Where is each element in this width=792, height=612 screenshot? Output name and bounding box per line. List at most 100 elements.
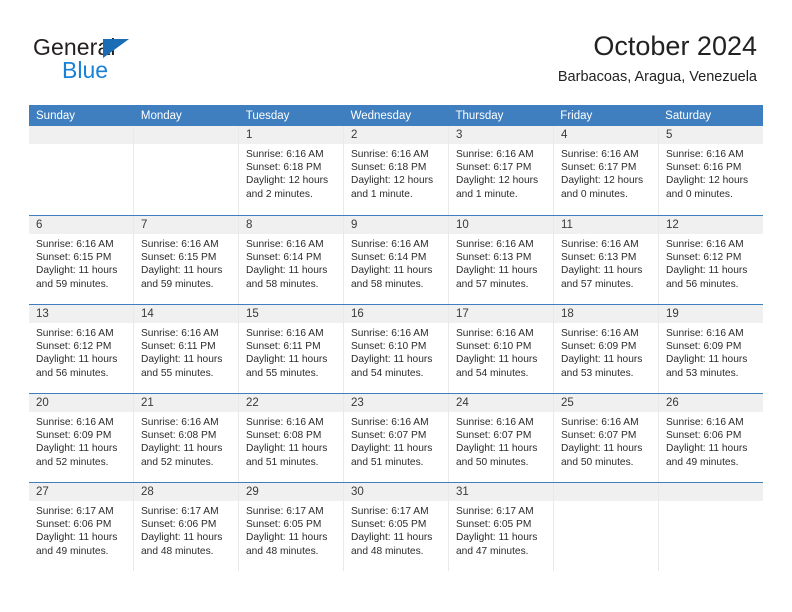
day-cell[interactable]: 13 Sunrise: 6:16 AM Sunset: 6:12 PM Dayligh… xyxy=(29,305,134,393)
sunset-text: Sunset: 6:17 PM xyxy=(456,162,532,174)
day-info: Sunrise: 6:16 AM Sunset: 6:15 PM Daylight:… xyxy=(134,234,238,291)
day-cell[interactable]: 26 Sunrise: 6:16 AM Sunset: 6:06 PM Dayligh… xyxy=(659,394,763,482)
day-cell[interactable]: 10 Sunrise: 6:16 AM Sunset: 6:13 PM Dayligh… xyxy=(449,216,554,304)
sunset-text: Sunset: 6:13 PM xyxy=(456,252,532,264)
day-cell[interactable]: 31 Sunrise: 6:17 AM Sunset: 6:05 PM Dayligh… xyxy=(449,483,554,571)
daylight-text: Daylight: 11 hours and 49 minutes. xyxy=(36,532,118,557)
sunset-text: Sunset: 6:16 PM xyxy=(666,162,742,174)
sunset-text: Sunset: 6:17 PM xyxy=(561,162,637,174)
day-cell[interactable]: 12 Sunrise: 6:16 AM Sunset: 6:12 PM Dayligh… xyxy=(659,216,763,304)
day-cell[interactable]: 1 Sunrise: 6:16 AM Sunset: 6:18 PM Daylight… xyxy=(239,126,344,215)
day-info: Sunrise: 6:16 AM Sunset: 6:14 PM Daylight:… xyxy=(239,234,343,291)
sunset-text: Sunset: 6:09 PM xyxy=(36,430,112,442)
sunset-text: Sunset: 6:11 PM xyxy=(141,341,216,353)
day-cell[interactable]: 21 Sunrise: 6:16 AM Sunset: 6:08 PM Dayligh… xyxy=(134,394,239,482)
sunrise-text: Sunrise: 6:16 AM xyxy=(36,417,114,428)
sunset-text: Sunset: 6:07 PM xyxy=(561,430,637,442)
day-cell[interactable]: 2 Sunrise: 6:16 AM Sunset: 6:18 PM Daylight… xyxy=(344,126,449,215)
day-number xyxy=(554,483,658,501)
daylight-text: Daylight: 11 hours and 59 minutes. xyxy=(36,265,118,290)
daylight-text: Daylight: 11 hours and 52 minutes. xyxy=(36,443,118,468)
daylight-text: Daylight: 11 hours and 52 minutes. xyxy=(141,443,223,468)
sunset-text: Sunset: 6:12 PM xyxy=(666,252,742,264)
daylight-text: Daylight: 11 hours and 53 minutes. xyxy=(666,354,748,379)
logo-text-blue: Blue xyxy=(62,57,109,83)
daylight-text: Daylight: 11 hours and 49 minutes. xyxy=(666,443,748,468)
title-block: October 2024 Barbacoas, Aragua, Venezuel… xyxy=(558,30,757,87)
day-cell[interactable]: 27 Sunrise: 6:17 AM Sunset: 6:06 PM Dayligh… xyxy=(29,483,134,571)
sunrise-text: Sunrise: 6:16 AM xyxy=(351,149,429,160)
day-info: Sunrise: 6:16 AM Sunset: 6:15 PM Daylight:… xyxy=(29,234,133,291)
daylight-text: Daylight: 11 hours and 56 minutes. xyxy=(36,354,118,379)
day-cell[interactable]: 28 Sunrise: 6:17 AM Sunset: 6:06 PM Dayligh… xyxy=(134,483,239,571)
daylight-text: Daylight: 11 hours and 58 minutes. xyxy=(351,265,433,290)
day-cell[interactable]: 18 Sunrise: 6:16 AM Sunset: 6:09 PM Dayligh… xyxy=(554,305,659,393)
sunrise-text: Sunrise: 6:16 AM xyxy=(456,239,534,250)
sunrise-text: Sunrise: 6:16 AM xyxy=(36,239,114,250)
daylight-text: Daylight: 11 hours and 57 minutes. xyxy=(561,265,643,290)
sunrise-text: Sunrise: 6:16 AM xyxy=(666,239,744,250)
day-cell[interactable]: 30 Sunrise: 6:17 AM Sunset: 6:05 PM Dayligh… xyxy=(344,483,449,571)
day-info: Sunrise: 6:16 AM Sunset: 6:11 PM Daylight:… xyxy=(134,323,238,380)
day-cell[interactable]: 15 Sunrise: 6:16 AM Sunset: 6:11 PM Dayligh… xyxy=(239,305,344,393)
day-cell[interactable]: 22 Sunrise: 6:16 AM Sunset: 6:08 PM Dayligh… xyxy=(239,394,344,482)
daylight-text: Daylight: 11 hours and 51 minutes. xyxy=(246,443,328,468)
day-number xyxy=(29,126,133,144)
day-cell[interactable]: 17 Sunrise: 6:16 AM Sunset: 6:10 PM Dayligh… xyxy=(449,305,554,393)
sunrise-text: Sunrise: 6:17 AM xyxy=(456,506,534,517)
day-cell[interactable]: 20 Sunrise: 6:16 AM Sunset: 6:09 PM Dayligh… xyxy=(29,394,134,482)
day-cell[interactable]: 19 Sunrise: 6:16 AM Sunset: 6:09 PM Dayligh… xyxy=(659,305,763,393)
day-cell[interactable]: 16 Sunrise: 6:16 AM Sunset: 6:10 PM Dayligh… xyxy=(344,305,449,393)
day-cell[interactable]: 3 Sunrise: 6:16 AM Sunset: 6:17 PM Daylight… xyxy=(449,126,554,215)
sunset-text: Sunset: 6:10 PM xyxy=(351,341,427,353)
day-info: Sunrise: 6:16 AM Sunset: 6:09 PM Daylight:… xyxy=(554,323,658,380)
day-cell[interactable]: 7 Sunrise: 6:16 AM Sunset: 6:15 PM Daylight… xyxy=(134,216,239,304)
general-blue-logo[interactable]: General Blue xyxy=(33,34,233,83)
daylight-text: Daylight: 11 hours and 48 minutes. xyxy=(246,532,328,557)
daylight-text: Daylight: 11 hours and 51 minutes. xyxy=(351,443,433,468)
sunrise-text: Sunrise: 6:16 AM xyxy=(561,328,639,339)
weekday-header-friday: Friday xyxy=(560,110,593,122)
day-cell[interactable]: 6 Sunrise: 6:16 AM Sunset: 6:15 PM Daylight… xyxy=(29,216,134,304)
day-cell[interactable]: 14 Sunrise: 6:16 AM Sunset: 6:11 PM Dayligh… xyxy=(134,305,239,393)
day-cell[interactable]: 11 Sunrise: 6:16 AM Sunset: 6:13 PM Dayligh… xyxy=(554,216,659,304)
day-cell[interactable]: 4 Sunrise: 6:16 AM Sunset: 6:17 PM Daylight… xyxy=(554,126,659,215)
day-number: 7 xyxy=(134,216,238,234)
sunrise-text: Sunrise: 6:16 AM xyxy=(246,328,324,339)
day-number: 18 xyxy=(554,305,658,323)
day-cell[interactable]: 29 Sunrise: 6:17 AM Sunset: 6:05 PM Dayligh… xyxy=(239,483,344,571)
sunset-text: Sunset: 6:14 PM xyxy=(246,252,322,264)
sunrise-text: Sunrise: 6:16 AM xyxy=(246,149,324,160)
calendar-week-row: 27 Sunrise: 6:17 AM Sunset: 6:06 PM Dayligh… xyxy=(29,482,763,571)
day-info: Sunrise: 6:16 AM Sunset: 6:12 PM Daylight:… xyxy=(29,323,133,380)
day-number: 2 xyxy=(344,126,448,144)
day-number: 21 xyxy=(134,394,238,412)
daylight-text: Daylight: 12 hours and 1 minute. xyxy=(456,175,539,200)
daylight-text: Daylight: 11 hours and 50 minutes. xyxy=(561,443,643,468)
daylight-text: Daylight: 11 hours and 50 minutes. xyxy=(456,443,538,468)
day-number: 11 xyxy=(554,216,658,234)
day-cell[interactable]: 25 Sunrise: 6:16 AM Sunset: 6:07 PM Dayligh… xyxy=(554,394,659,482)
daylight-text: Daylight: 11 hours and 58 minutes. xyxy=(246,265,328,290)
day-cell[interactable]: 5 Sunrise: 6:16 AM Sunset: 6:16 PM Daylight… xyxy=(659,126,763,215)
day-number: 31 xyxy=(449,483,553,501)
day-cell[interactable]: 24 Sunrise: 6:16 AM Sunset: 6:07 PM Dayligh… xyxy=(449,394,554,482)
sunrise-text: Sunrise: 6:16 AM xyxy=(246,417,324,428)
day-number xyxy=(134,126,238,144)
sunset-text: Sunset: 6:06 PM xyxy=(666,430,742,442)
day-info: Sunrise: 6:16 AM Sunset: 6:13 PM Daylight:… xyxy=(554,234,658,291)
calendar-week-row: 20 Sunrise: 6:16 AM Sunset: 6:09 PM Dayligh… xyxy=(29,393,763,482)
day-cell[interactable]: 9 Sunrise: 6:16 AM Sunset: 6:14 PM Daylight… xyxy=(344,216,449,304)
day-info: Sunrise: 6:17 AM Sunset: 6:05 PM Daylight:… xyxy=(239,501,343,558)
weekday-header-thursday: Thursday xyxy=(455,110,504,122)
calendar-week-row: 13 Sunrise: 6:16 AM Sunset: 6:12 PM Dayligh… xyxy=(29,304,763,393)
sunset-text: Sunset: 6:18 PM xyxy=(246,162,322,174)
day-cell[interactable]: 23 Sunrise: 6:16 AM Sunset: 6:07 PM Dayligh… xyxy=(344,394,449,482)
day-cell[interactable]: 8 Sunrise: 6:16 AM Sunset: 6:14 PM Daylight… xyxy=(239,216,344,304)
sunset-text: Sunset: 6:06 PM xyxy=(141,519,217,531)
day-info: Sunrise: 6:16 AM Sunset: 6:07 PM Daylight:… xyxy=(344,412,448,469)
daylight-text: Daylight: 12 hours and 2 minutes. xyxy=(246,175,329,200)
sunset-text: Sunset: 6:08 PM xyxy=(246,430,322,442)
day-number: 20 xyxy=(29,394,133,412)
sunset-text: Sunset: 6:08 PM xyxy=(141,430,217,442)
